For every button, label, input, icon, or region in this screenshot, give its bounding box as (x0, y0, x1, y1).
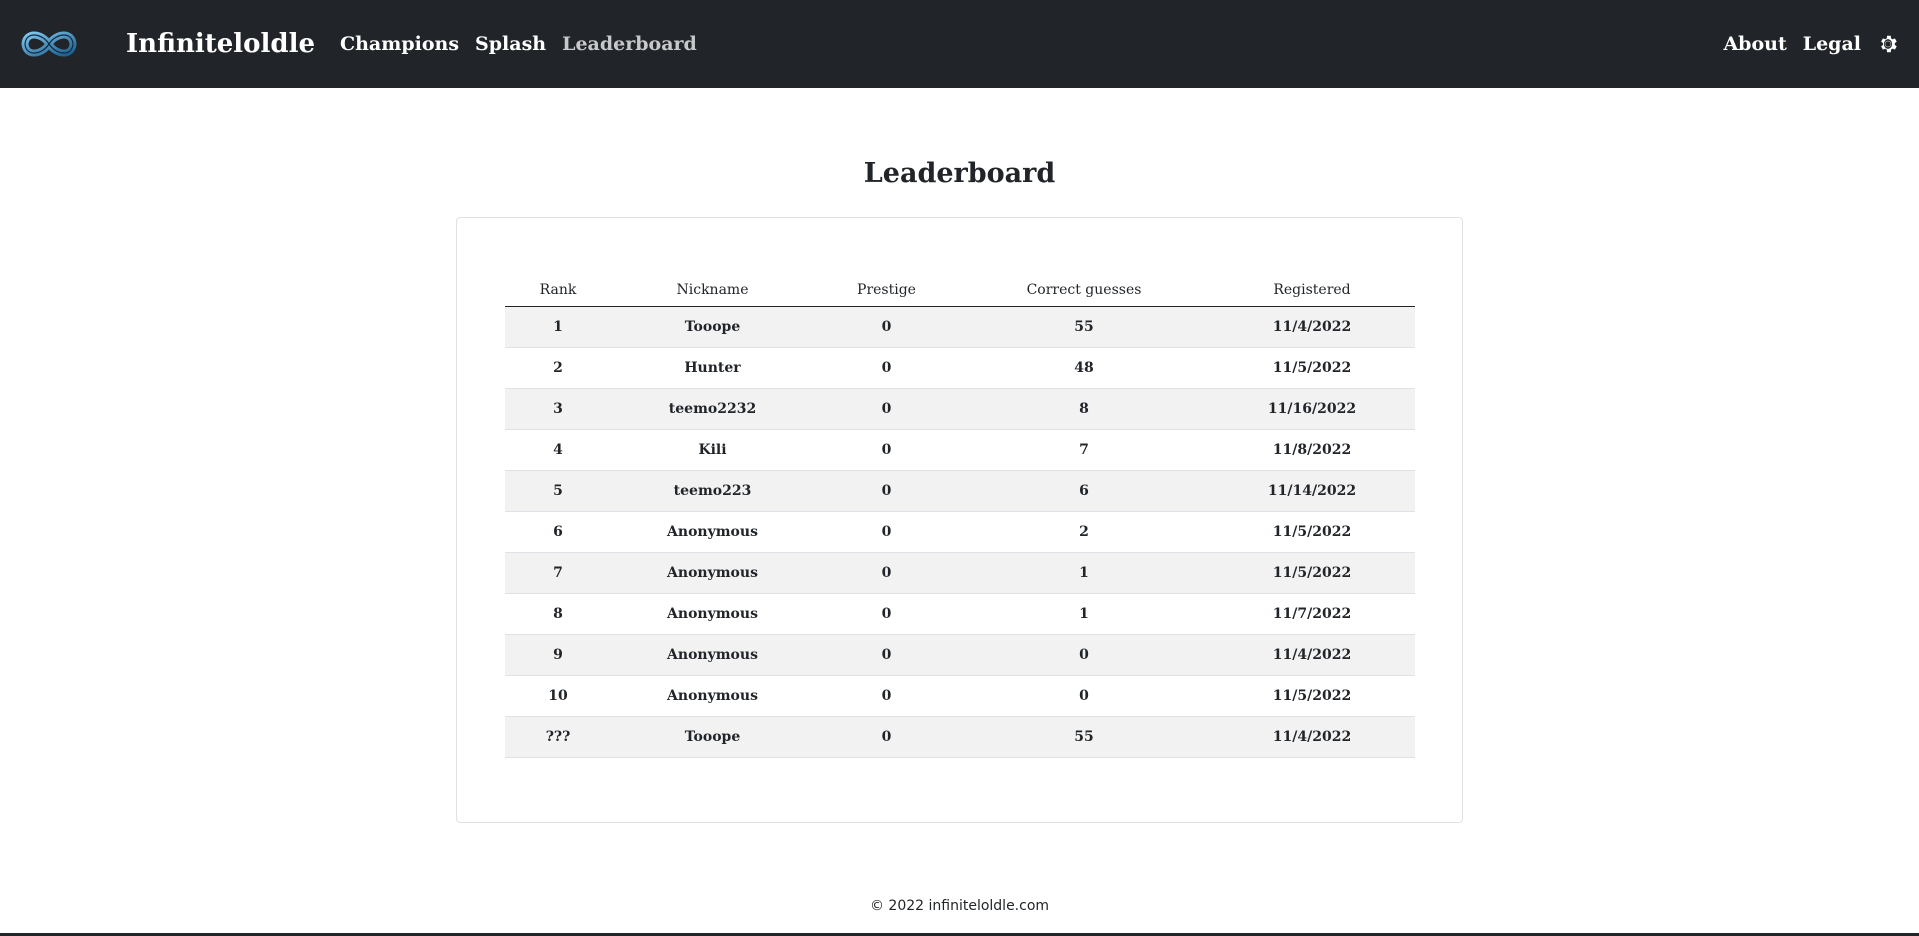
column-header-correct-guesses: Correct guesses (959, 274, 1209, 307)
nickname-cell: Tooope (611, 306, 814, 348)
prestige-cell: 0 (814, 593, 959, 635)
column-header-nickname: Nickname (611, 274, 814, 307)
nickname-cell: Anonymous (611, 593, 814, 635)
nickname-cell: Anonymous (611, 552, 814, 594)
table-header-row: Rank Nickname Prestige Correct guesses R… (505, 274, 1415, 307)
table-row: 8 Anonymous 0 1 11/7/2022 (505, 593, 1415, 635)
nav-right: About Legal (1723, 33, 1899, 55)
correct-guesses-cell: 2 (959, 511, 1209, 553)
infinity-logo-icon[interactable] (20, 27, 78, 61)
nickname-cell: Hunter (611, 347, 814, 389)
correct-guesses-cell: 8 (959, 388, 1209, 430)
nickname-cell: Kili (611, 429, 814, 471)
main-nav: Champions Splash Leaderboard (340, 33, 697, 55)
navbar: Infiniteloldle Champions Splash Leaderbo… (0, 0, 1919, 88)
column-header-rank: Rank (505, 274, 611, 307)
leaderboard-table: Rank Nickname Prestige Correct guesses R… (505, 274, 1415, 758)
prestige-cell: 0 (814, 511, 959, 553)
nickname-cell: Tooope (611, 715, 814, 758)
nav-link-leaderboard[interactable]: Leaderboard (562, 33, 697, 55)
current-user-row: ??? Tooope 0 55 11/4/2022 (505, 715, 1415, 758)
prestige-cell: 0 (814, 634, 959, 676)
prestige-cell: 0 (814, 675, 959, 717)
table-row: 4 Kili 0 7 11/8/2022 (505, 429, 1415, 471)
table-row: 9 Anonymous 0 0 11/4/2022 (505, 634, 1415, 676)
leaderboard-body: 1 Tooope 0 55 11/4/2022 2 Hunter 0 48 11… (505, 306, 1415, 717)
registered-cell: 11/5/2022 (1209, 347, 1415, 389)
rank-cell: 5 (505, 470, 611, 512)
rank-cell: 4 (505, 429, 611, 471)
registered-cell: 11/5/2022 (1209, 511, 1415, 553)
rank-cell: 2 (505, 347, 611, 389)
nav-link-champions[interactable]: Champions (340, 33, 459, 55)
table-row: 5 teemo223 0 6 11/14/2022 (505, 470, 1415, 512)
rank-cell: ??? (505, 715, 611, 758)
footer-copyright: © 2022 infiniteloldle.com (869, 898, 1050, 914)
prestige-cell: 0 (814, 306, 959, 348)
table-row: 10 Anonymous 0 0 11/5/2022 (505, 675, 1415, 717)
prestige-cell: 0 (814, 347, 959, 389)
correct-guesses-cell: 1 (959, 552, 1209, 594)
correct-guesses-cell: 55 (959, 715, 1209, 758)
column-header-prestige: Prestige (814, 274, 959, 307)
table-row: 2 Hunter 0 48 11/5/2022 (505, 347, 1415, 389)
table-row: 1 Tooope 0 55 11/4/2022 (505, 306, 1415, 348)
rank-cell: 8 (505, 593, 611, 635)
prestige-cell: 0 (814, 429, 959, 471)
registered-cell: 11/7/2022 (1209, 593, 1415, 635)
column-header-registered: Registered (1209, 274, 1415, 307)
table-row: 3 teemo2232 0 8 11/16/2022 (505, 388, 1415, 430)
table-row: 7 Anonymous 0 1 11/5/2022 (505, 552, 1415, 594)
registered-cell: 11/16/2022 (1209, 388, 1415, 430)
nav-link-legal[interactable]: Legal (1803, 33, 1861, 55)
registered-cell: 11/4/2022 (1209, 715, 1415, 758)
registered-cell: 11/4/2022 (1209, 634, 1415, 676)
registered-cell: 11/14/2022 (1209, 470, 1415, 512)
registered-cell: 11/5/2022 (1209, 675, 1415, 717)
correct-guesses-cell: 55 (959, 306, 1209, 348)
prestige-cell: 0 (814, 388, 959, 430)
nav-link-about[interactable]: About (1723, 33, 1786, 55)
registered-cell: 11/4/2022 (1209, 306, 1415, 348)
rank-cell: 7 (505, 552, 611, 594)
rank-cell: 9 (505, 634, 611, 676)
correct-guesses-cell: 6 (959, 470, 1209, 512)
rank-cell: 3 (505, 388, 611, 430)
nickname-cell: Anonymous (611, 675, 814, 717)
gear-icon[interactable] (1877, 33, 1899, 55)
nickname-cell: teemo223 (611, 470, 814, 512)
nav-link-splash[interactable]: Splash (475, 33, 546, 55)
correct-guesses-cell: 7 (959, 429, 1209, 471)
prestige-cell: 0 (814, 715, 959, 758)
leaderboard-card: Rank Nickname Prestige Correct guesses R… (456, 217, 1463, 823)
prestige-cell: 0 (814, 470, 959, 512)
correct-guesses-cell: 1 (959, 593, 1209, 635)
registered-cell: 11/5/2022 (1209, 552, 1415, 594)
rank-cell: 6 (505, 511, 611, 553)
nickname-cell: Anonymous (611, 634, 814, 676)
nickname-cell: teemo2232 (611, 388, 814, 430)
rank-cell: 1 (505, 306, 611, 348)
page-title: Leaderboard (863, 158, 1056, 189)
registered-cell: 11/8/2022 (1209, 429, 1415, 471)
correct-guesses-cell: 0 (959, 675, 1209, 717)
nickname-cell: Anonymous (611, 511, 814, 553)
brand-name[interactable]: Infiniteloldle (126, 29, 315, 59)
correct-guesses-cell: 48 (959, 347, 1209, 389)
table-row: 6 Anonymous 0 2 11/5/2022 (505, 511, 1415, 553)
correct-guesses-cell: 0 (959, 634, 1209, 676)
prestige-cell: 0 (814, 552, 959, 594)
rank-cell: 10 (505, 675, 611, 717)
